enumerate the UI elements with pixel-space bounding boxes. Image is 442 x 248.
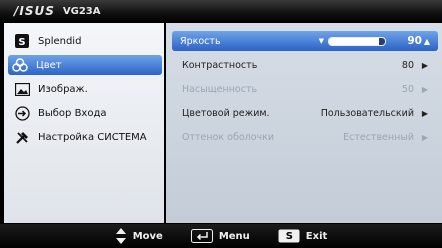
chevron-right-icon: ▶ — [421, 108, 429, 118]
footer-exit[interactable]: S Exit — [278, 229, 328, 243]
setting-value: Естественный — [343, 131, 414, 143]
setting-value: 80 — [401, 59, 414, 71]
menu-item-label: Splendid — [38, 35, 82, 47]
menu-item-color[interactable]: Цвет — [8, 55, 162, 75]
footer-menu-label: Menu — [218, 230, 250, 242]
menu-item-label: Выбор Входа — [38, 107, 107, 119]
setting-skin-tone: Оттенок оболочки Естественный ▶ — [174, 127, 436, 147]
osd-header: /ISUS VG23A — [0, 0, 442, 22]
setting-label: Цветовой режим. — [182, 107, 270, 119]
menu-item-splendid[interactable]: S Splendid — [10, 31, 160, 51]
splendid-s-icon: S — [14, 33, 30, 49]
system-setup-icon — [14, 129, 30, 145]
footer-move[interactable]: Move — [115, 228, 163, 244]
brand-logo: /ISUS — [14, 4, 55, 18]
slider-track — [328, 36, 386, 46]
setting-saturation: Насыщенность 50 ▶ — [174, 79, 436, 99]
chevron-right-icon: ▶ — [421, 60, 429, 70]
monitor-osd: /ISUS VG23A S Splendid Цвет Изображ. Выб… — [0, 0, 442, 248]
slider-fill — [329, 37, 380, 45]
setting-value: Пользовательский — [320, 107, 414, 119]
setting-color-mode[interactable]: Цветовой режим. Пользовательский ▶ — [174, 103, 436, 123]
menu-item-system-setup[interactable]: Настройка СИСТЕМА — [10, 127, 160, 147]
menu-item-label: Цвет — [36, 59, 62, 71]
setting-value: 50 — [401, 83, 414, 95]
enter-key-icon — [190, 229, 213, 243]
chevron-right-icon: ▶ — [421, 84, 429, 94]
submenu-panel: Яркость ▼ 90 ▲ Контрастность 80 ▶ Насыще… — [166, 23, 442, 223]
osd-footer: Move Menu S Exit — [0, 224, 442, 248]
main-menu: S Splendid Цвет Изображ. Выбор Входа Нас… — [4, 23, 164, 223]
footer-menu[interactable]: Menu — [190, 229, 250, 243]
model-name: VG23A — [62, 5, 101, 17]
menu-item-label: Изображ. — [38, 83, 88, 95]
setting-label: Насыщенность — [182, 83, 258, 95]
footer-move-label: Move — [132, 230, 163, 242]
color-palette-icon — [12, 57, 28, 73]
footer-exit-label: Exit — [305, 230, 328, 242]
image-icon — [14, 81, 30, 97]
setting-brightness[interactable]: Яркость ▼ 90 ▲ — [172, 31, 438, 51]
svg-text:S: S — [18, 37, 25, 48]
menu-item-input-select[interactable]: Выбор Входа — [10, 103, 160, 123]
setting-contrast[interactable]: Контрастность 80 ▶ — [174, 55, 436, 75]
brightness-slider[interactable]: ▼ — [319, 36, 390, 46]
input-select-icon — [14, 105, 30, 121]
setting-label: Оттенок оболочки — [182, 131, 275, 143]
setting-label: Контрастность — [182, 59, 258, 71]
brightness-value: 90 — [407, 35, 422, 47]
menu-item-image[interactable]: Изображ. — [10, 79, 160, 99]
increase-arrow-icon[interactable]: ▲ — [422, 37, 432, 46]
menu-item-label: Настройка СИСТЕМА — [38, 131, 147, 143]
setting-label: Яркость — [180, 35, 221, 47]
chevron-right-icon: ▶ — [421, 132, 429, 142]
up-down-arrows-icon — [115, 228, 126, 244]
decrease-arrow-icon[interactable]: ▼ — [319, 37, 324, 45]
